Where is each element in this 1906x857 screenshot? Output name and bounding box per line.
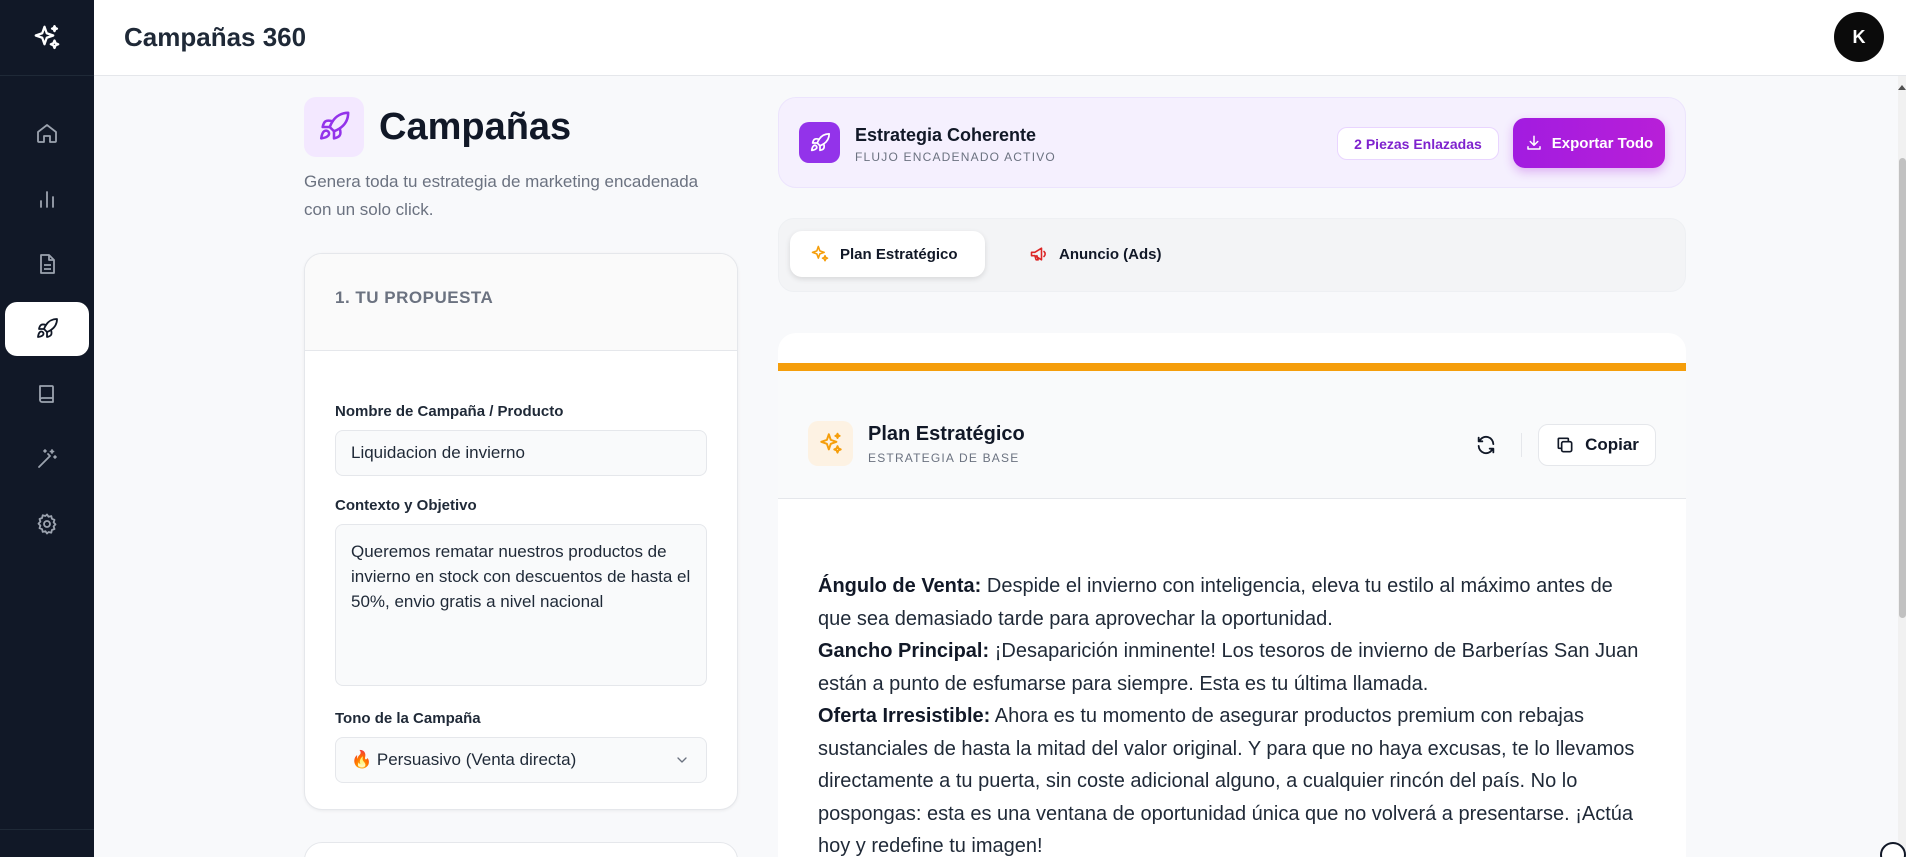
tab-plan-estrategico[interactable]: Plan Estratégico: [790, 231, 985, 277]
sidebar-item-documents[interactable]: [5, 237, 89, 291]
sidebar-item-home[interactable]: [5, 106, 89, 160]
sparkles-icon: [811, 245, 829, 262]
export-all-label: Exportar Todo: [1551, 134, 1654, 152]
rocket-icon: [37, 318, 58, 338]
strategy-bar: Estrategia Coherente FLUJO ENCADENADO AC…: [778, 97, 1686, 188]
magic-wand-icon: [38, 449, 57, 468]
sidebar-item-library[interactable]: [5, 367, 89, 421]
megaphone-icon: [1030, 247, 1046, 261]
tone-select[interactable]: 🔥 Persuasivo (Venta directa): [335, 737, 707, 783]
rocket-icon: [810, 132, 830, 151]
header-divider: [1521, 433, 1522, 457]
page-subtitle: Genera toda tu estrategia de marketing e…: [304, 172, 699, 219]
accent-strip: [778, 363, 1686, 371]
content-subtitle: ESTRATEGIA DE BASE: [868, 451, 1020, 465]
copy-button[interactable]: Copiar: [1538, 424, 1656, 466]
form-section-title: 1. TU PROPUESTA: [305, 254, 737, 351]
sidebar-item-campaigns[interactable]: [5, 302, 89, 356]
section-label: Gancho Principal:: [818, 640, 990, 662]
tab-label: Plan Estratégico: [840, 245, 958, 263]
page-rocket-icon-box: [304, 97, 364, 157]
next-form-card: [304, 842, 738, 857]
strategy-icon-box: [799, 122, 840, 163]
scroll-up-arrow-icon[interactable]: [1898, 82, 1906, 92]
scrollbar-thumb[interactable]: [1899, 158, 1906, 618]
plan-body: Ángulo de Venta: Despide el invierno con…: [818, 570, 1646, 857]
tone-select-value: 🔥 Persuasivo (Venta directa): [351, 750, 577, 769]
user-avatar[interactable]: K: [1834, 12, 1884, 62]
plan-content-card: Plan Estratégico ESTRATEGIA DE BASE Copi…: [778, 333, 1686, 857]
plan-section: Ángulo de Venta: Despide el invierno con…: [818, 570, 1646, 635]
tone-label: Tono de la Campaña: [335, 710, 481, 727]
tab-label: Anuncio (Ads): [1059, 245, 1162, 263]
context-label: Contexto y Objetivo: [335, 497, 477, 514]
download-icon: [1527, 135, 1541, 150]
sparkles-logo-icon: [34, 24, 60, 49]
sidebar-item-settings[interactable]: [5, 497, 89, 551]
page-title: Campañas: [379, 106, 572, 148]
section-label: Oferta Irresistible:: [818, 705, 991, 727]
section-label: Ángulo de Venta:: [818, 575, 982, 597]
plan-section: Gancho Principal: ¡Desaparición inminent…: [818, 635, 1646, 700]
content-header: Plan Estratégico ESTRATEGIA DE BASE Copi…: [778, 371, 1686, 499]
content-title: Plan Estratégico: [868, 423, 1025, 445]
export-all-button[interactable]: Exportar Todo: [1513, 118, 1665, 168]
tab-anuncio-ads[interactable]: Anuncio (Ads): [1009, 231, 1182, 277]
copy-label: Copiar: [1585, 435, 1639, 454]
context-textarea[interactable]: Queremos rematar nuestros productos de i…: [335, 524, 707, 686]
sparkles-icon: [819, 432, 842, 454]
refresh-icon: [1477, 436, 1495, 454]
campaign-name-input[interactable]: Liquidacion de invierno: [335, 430, 707, 476]
document-icon: [40, 254, 55, 274]
sidebar-divider: [0, 829, 94, 830]
copy-icon: [1557, 437, 1573, 453]
sidebar-item-analytics[interactable]: [5, 172, 89, 226]
book-icon: [39, 385, 54, 403]
chevron-down-icon: [677, 757, 687, 763]
proposal-form-card: 1. TU PROPUESTA Nombre de Campaña / Prod…: [304, 253, 738, 810]
content-tabs: Plan Estratégico Anuncio (Ads): [778, 218, 1686, 292]
strategy-title: Estrategia Coherente: [855, 125, 1037, 145]
plan-icon-box: [808, 421, 853, 466]
sidebar: [0, 0, 94, 857]
gear-icon: [37, 513, 57, 535]
campaign-name-label: Nombre de Campaña / Producto: [335, 403, 564, 420]
app-title: Campañas 360: [124, 22, 307, 52]
linked-pieces-badge: 2 Piezas Enlazadas: [1337, 127, 1499, 160]
rocket-icon: [319, 111, 350, 140]
strategy-subtitle: FLUJO ENCADENADO ACTIVO: [855, 150, 1056, 164]
regenerate-button[interactable]: [1472, 431, 1500, 459]
top-bar: Campañas 360 K: [94, 0, 1906, 76]
home-icon: [37, 124, 57, 143]
section-text: Ahora es tu momento de asegurar producto…: [818, 705, 1635, 857]
sidebar-item-magic[interactable]: [5, 432, 89, 486]
bar-chart-icon: [40, 191, 54, 208]
plan-section: Oferta Irresistible: Ahora es tu momento…: [818, 700, 1646, 857]
app-logo[interactable]: [0, 0, 94, 76]
